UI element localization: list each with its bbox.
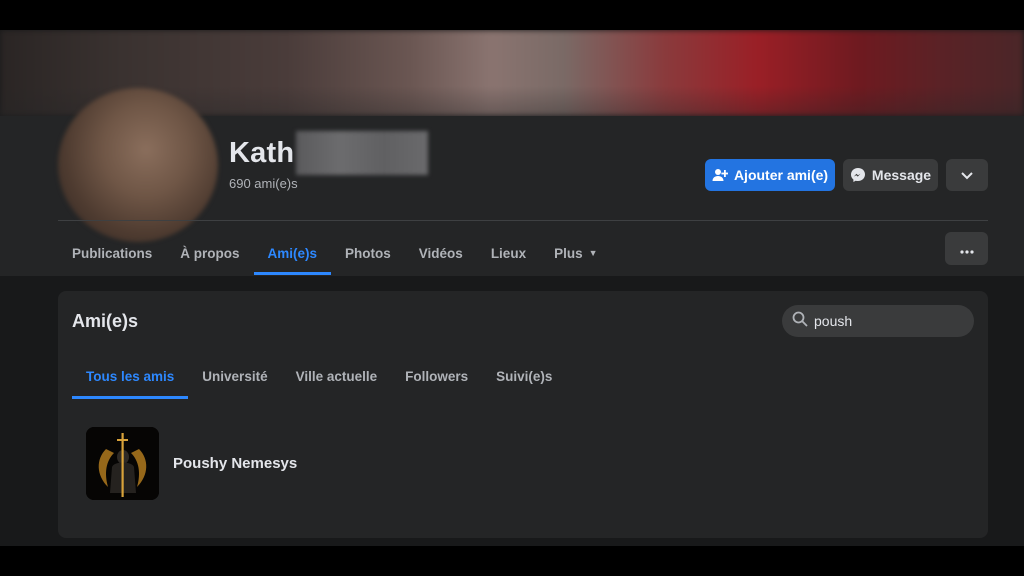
subtab-followers[interactable]: Followers [391, 353, 482, 399]
friends-search[interactable] [782, 305, 974, 337]
tab-friends[interactable]: Ami(e)s [253, 231, 332, 275]
tab-label: Photos [345, 245, 391, 261]
tab-label: Plus [554, 245, 583, 261]
tab-label: Ami(e)s [267, 245, 318, 261]
tab-more[interactable]: Plus ▼ [540, 231, 611, 275]
friends-panel-title: Ami(e)s [72, 311, 139, 331]
subtab-university[interactable]: Université [188, 353, 281, 399]
search-icon [792, 311, 808, 332]
subtab-label: Followers [405, 368, 469, 384]
tab-about[interactable]: À propos [166, 231, 253, 275]
profile-tabs: Publications À propos Ami(e)s Photos Vid… [58, 231, 612, 275]
subtab-label: Tous les amis [86, 368, 175, 384]
tab-photos[interactable]: Photos [331, 231, 405, 275]
caret-down-icon: ▼ [588, 248, 598, 258]
friends-search-input[interactable] [814, 313, 964, 329]
subtab-label: Ville actuelle [295, 368, 378, 384]
tab-label: Vidéos [418, 245, 463, 261]
friends-panel: Ami(e)s Tous les amis Université Ville a… [58, 291, 988, 538]
add-friend-label: Ajouter ami(e) [733, 167, 829, 183]
more-dots-icon [959, 241, 974, 257]
tab-label: Lieux [490, 245, 527, 261]
friend-result-item[interactable]: Poushy Nemesys [86, 427, 297, 500]
subtab-label: Université [202, 368, 268, 384]
friend-count[interactable]: 690 ami(e)s [229, 176, 298, 191]
friends-subtabs: Tous les amis Université Ville actuelle … [72, 353, 566, 399]
subtab-following[interactable]: Suivi(e)s [482, 353, 566, 399]
more-actions-button[interactable] [946, 159, 988, 191]
facebook-profile-page: Kath 690 ami(e)s Ajouter ami(e) Message … [0, 30, 1024, 546]
header-divider [58, 220, 988, 221]
tab-places[interactable]: Lieux [477, 231, 540, 275]
tab-publications[interactable]: Publications [58, 231, 166, 275]
friend-name[interactable]: Poushy Nemesys [173, 455, 297, 472]
message-button[interactable]: Message [843, 159, 938, 191]
subtab-current-city[interactable]: Ville actuelle [282, 353, 392, 399]
chevron-down-icon [961, 167, 973, 183]
add-friend-button[interactable]: Ajouter ami(e) [705, 159, 835, 191]
friend-avatar[interactable] [86, 427, 159, 500]
profile-name-row: Kath [229, 130, 429, 176]
add-friend-icon [712, 167, 728, 183]
profile-options-button[interactable] [945, 232, 988, 265]
messenger-icon [850, 167, 866, 183]
tab-videos[interactable]: Vidéos [405, 231, 477, 275]
subtab-label: Suivi(e)s [496, 368, 553, 384]
subtab-all-friends[interactable]: Tous les amis [72, 353, 189, 399]
name-redaction [296, 131, 429, 175]
tab-label: À propos [180, 245, 240, 261]
message-label: Message [871, 167, 932, 183]
profile-name: Kath [229, 136, 295, 169]
tab-label: Publications [72, 245, 153, 261]
profile-avatar[interactable] [58, 88, 218, 242]
